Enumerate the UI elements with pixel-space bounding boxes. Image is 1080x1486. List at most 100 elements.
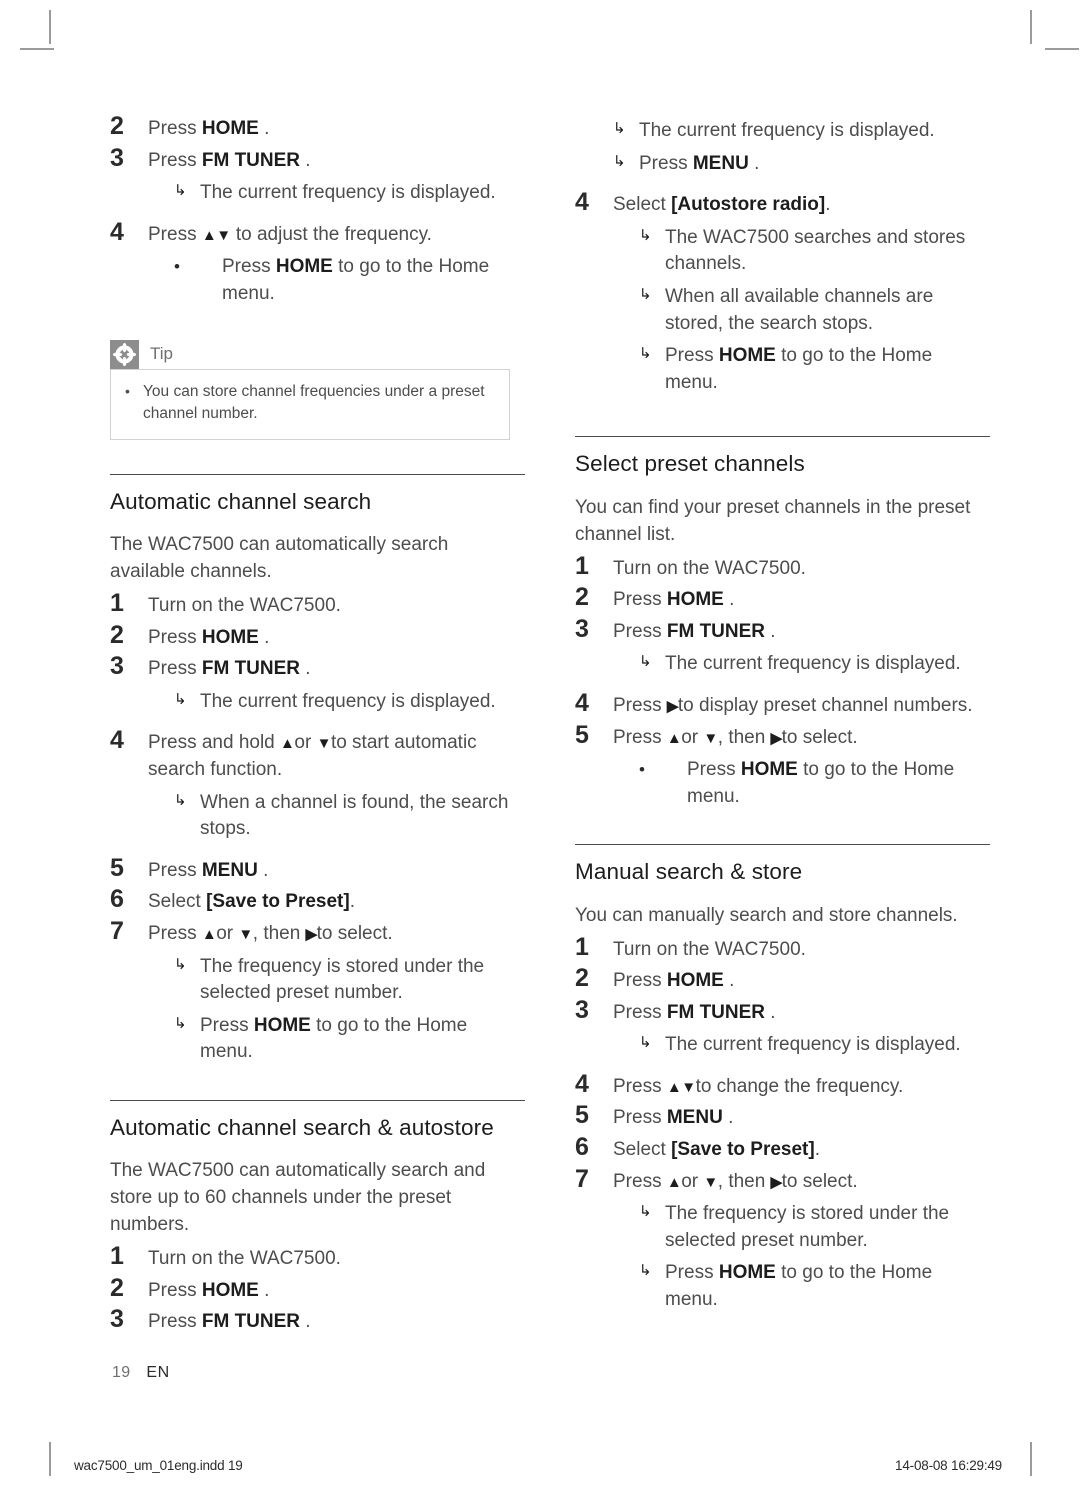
- step-text-pre: Press: [613, 1001, 667, 1023]
- section-automatic-channel-search-autostore: Automatic channel search & autostore The…: [110, 1099, 525, 1336]
- result-text: The current frequency is displayed.: [200, 690, 496, 712]
- step-item: 2 Press HOME .: [575, 964, 990, 995]
- step-text: Turn on the WAC7500.: [613, 938, 806, 960]
- right-column: ↳ The current frequency is displayed. ↳ …: [575, 112, 990, 1337]
- step-text: Turn on the WAC7500.: [613, 557, 806, 579]
- step-text: Press ▲or ▼, then ▶to select.: [148, 921, 525, 948]
- crop-mark-top-left-vertical: [49, 10, 51, 44]
- bullet-text-pre: Press: [687, 759, 741, 781]
- step-text-mid2: , then: [717, 1170, 771, 1192]
- step-text-post: .: [300, 1311, 311, 1333]
- key-label: HOME: [253, 1014, 311, 1036]
- step-text-pre: Press: [148, 922, 202, 944]
- step-item: 1 Turn on the WAC7500.: [110, 589, 525, 620]
- tip-item-text: You can store channel frequencies under …: [143, 382, 485, 423]
- result-text-pre: Press: [200, 1014, 254, 1036]
- result-item: ↳ Press HOME to go to the Home menu.: [613, 1260, 990, 1313]
- step-text-mid: or: [681, 726, 704, 748]
- step-number: 4: [575, 1069, 589, 1098]
- section-heading: Automatic channel search & autostore: [110, 1114, 494, 1140]
- step-item: 3 Press FM TUNER . ↳ The current frequen…: [575, 615, 990, 678]
- result-text-pre: Press: [665, 345, 719, 367]
- step-text: Press FM TUNER .: [148, 148, 525, 175]
- step-number: 7: [575, 1164, 589, 1193]
- step-item: 5 Press ▲or ▼, then ▶to select. • Press …: [575, 721, 990, 811]
- step-item: 6 Select [Save to Preset].: [575, 1133, 990, 1164]
- step-text-post: .: [814, 1139, 820, 1161]
- step-text-post: .: [723, 970, 735, 992]
- step-item: 7 Press ▲or ▼, then ▶to select. ↳ The fr…: [575, 1165, 990, 1314]
- key-label: MENU: [666, 1107, 723, 1129]
- key-label: FM TUNER: [201, 149, 301, 171]
- section-automatic-channel-search: Automatic channel search The WAC7500 can…: [110, 473, 525, 1066]
- step-text-post: .: [765, 620, 776, 642]
- step-text-pre: Press: [613, 970, 667, 992]
- section-divider: [110, 1099, 525, 1101]
- result-arrow-icon: ↳: [639, 1203, 652, 1221]
- result-arrow-icon: ↳: [613, 152, 626, 170]
- crop-mark-top-right-horizontal: [1045, 48, 1079, 50]
- step-text: Press HOME .: [148, 1278, 525, 1305]
- result-item: ↳ The current frequency is displayed.: [148, 180, 525, 207]
- step-text-post: .: [257, 859, 269, 881]
- bullet-text: Press HOME to go to the Home menu.: [687, 757, 990, 810]
- step-item: 5 Press MENU .: [110, 854, 525, 885]
- step-item: 2 Press HOME .: [110, 112, 525, 143]
- crop-mark-top-right-vertical: [1030, 10, 1032, 44]
- step-text: Press ▲or ▼, then ▶to select.: [613, 1169, 990, 1196]
- key-label: FM TUNER: [666, 620, 766, 642]
- down-arrow-icon: ▼: [316, 735, 332, 753]
- step-text-post: to display preset channel numbers.: [677, 694, 973, 716]
- step-number: 3: [575, 614, 589, 643]
- menu-option-label: [Save to Preset]: [206, 891, 350, 913]
- step-number: 2: [110, 1273, 124, 1302]
- result-arrow-icon: ↳: [639, 1262, 652, 1280]
- result-arrow-icon: ↳: [639, 285, 652, 303]
- step-item: 5 Press MENU .: [575, 1101, 990, 1132]
- section-divider: [575, 436, 990, 438]
- step-item: 3 Press FM TUNER . ↳ The current frequen…: [110, 144, 525, 207]
- step-number: 4: [110, 217, 124, 246]
- step-text-post: to adjust the frequency.: [230, 223, 432, 245]
- result-text: The frequency is stored under the select…: [665, 1203, 950, 1251]
- step-text-pre: Press: [148, 626, 202, 648]
- right-arrow-icon: ▶: [305, 925, 318, 943]
- section-intro: The WAC7500 can automatically search ava…: [110, 534, 449, 583]
- step-text-post: .: [258, 626, 270, 648]
- step-text-pre: Press: [613, 1075, 667, 1097]
- step-text-mid: or: [681, 1170, 704, 1192]
- step-number: 4: [110, 726, 124, 755]
- step-text-pre: Press: [613, 726, 667, 748]
- key-label: HOME: [718, 1262, 776, 1284]
- step-text-pre: Select: [613, 1139, 672, 1161]
- step-number: 3: [110, 652, 124, 681]
- step-item: 4 Select [Autostore radio]. ↳ The WAC750…: [575, 188, 990, 396]
- right-arrow-icon: ▶: [770, 1173, 783, 1191]
- step-text-pre: Press: [148, 223, 202, 245]
- step-text-post: to change the frequency.: [695, 1075, 904, 1097]
- step-text-post: .: [258, 118, 270, 139]
- right-arrow-icon: ▶: [666, 697, 679, 715]
- section-select-preset-channels: Select preset channels You can find your…: [575, 436, 990, 810]
- result-text: The current frequency is displayed.: [665, 653, 961, 675]
- step-number: 5: [575, 720, 589, 749]
- result-text: The frequency is stored under the select…: [200, 955, 485, 1004]
- result-text: Press HOME to go to the Home menu.: [200, 1013, 525, 1066]
- step-text-post: .: [258, 1279, 270, 1301]
- step-number: 1: [575, 551, 589, 580]
- step-text-pre: Press: [148, 149, 202, 171]
- step-text: Press FM TUNER .: [613, 1000, 990, 1027]
- up-arrow-icon: ▲: [666, 729, 682, 747]
- step-number: 2: [110, 620, 124, 649]
- result-text: Press HOME to go to the Home menu.: [665, 1260, 990, 1313]
- step-item: 3 Press FM TUNER . ↳ The current frequen…: [575, 996, 990, 1059]
- step-text: Press HOME .: [148, 116, 525, 143]
- section-intro: You can manually search and store channe…: [575, 904, 958, 926]
- step-item: 4 Press ▲▼to change the frequency.: [575, 1070, 990, 1101]
- step-text-post: .: [349, 891, 355, 913]
- step-text-pre: Press: [613, 620, 667, 642]
- step-text-pre: Press: [148, 1279, 202, 1301]
- result-arrow-icon: ↳: [174, 690, 187, 708]
- key-label: MENU: [692, 152, 749, 174]
- step-number: 5: [575, 1101, 589, 1130]
